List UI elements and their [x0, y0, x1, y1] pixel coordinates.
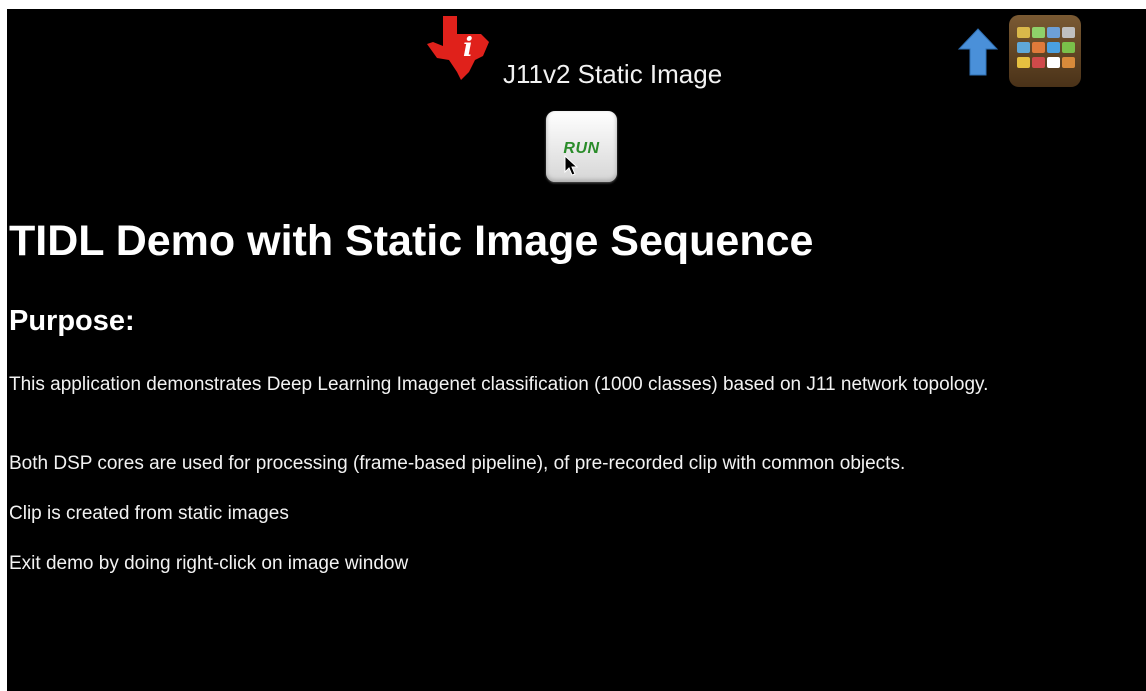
up-arrow-icon[interactable]: [957, 27, 999, 77]
app-title: J11v2 Static Image: [503, 59, 723, 89]
demo-screen: i J11v2 Static Image RUN TIDL Demo with …: [7, 9, 1146, 691]
app-tile-icon: [1017, 27, 1030, 38]
app-tile-icon: [1017, 42, 1030, 53]
app-tile-icon: [1032, 57, 1045, 68]
purpose-heading: Purpose:: [9, 305, 135, 337]
app-tile-icon: [1032, 27, 1045, 38]
description-paragraph: Clip is created from static images: [9, 503, 289, 524]
page-title: TIDL Demo with Static Image Sequence: [9, 217, 814, 265]
app-tile-icon: [1017, 57, 1030, 68]
texas-instruments-logo: i: [427, 16, 489, 80]
app-tile-icon: [1047, 27, 1060, 38]
description-paragraph: This application demonstrates Deep Learn…: [9, 374, 989, 395]
apps-grid-icon[interactable]: [1009, 15, 1081, 87]
app-tile-icon: [1047, 42, 1060, 53]
run-button-label: RUN: [563, 140, 600, 157]
run-button[interactable]: RUN: [546, 111, 617, 182]
app-tile-icon: [1062, 27, 1075, 38]
app-tile-icon: [1062, 57, 1075, 68]
description-paragraph: Exit demo by doing right-click on image …: [9, 553, 409, 574]
description-paragraph: Both DSP cores are used for processing (…: [9, 453, 906, 474]
mouse-pointer-icon: [564, 155, 579, 176]
app-tile-icon: [1032, 42, 1045, 53]
svg-text:i: i: [463, 33, 473, 63]
app-tile-icon: [1047, 57, 1060, 68]
app-tile-icon: [1062, 42, 1075, 53]
